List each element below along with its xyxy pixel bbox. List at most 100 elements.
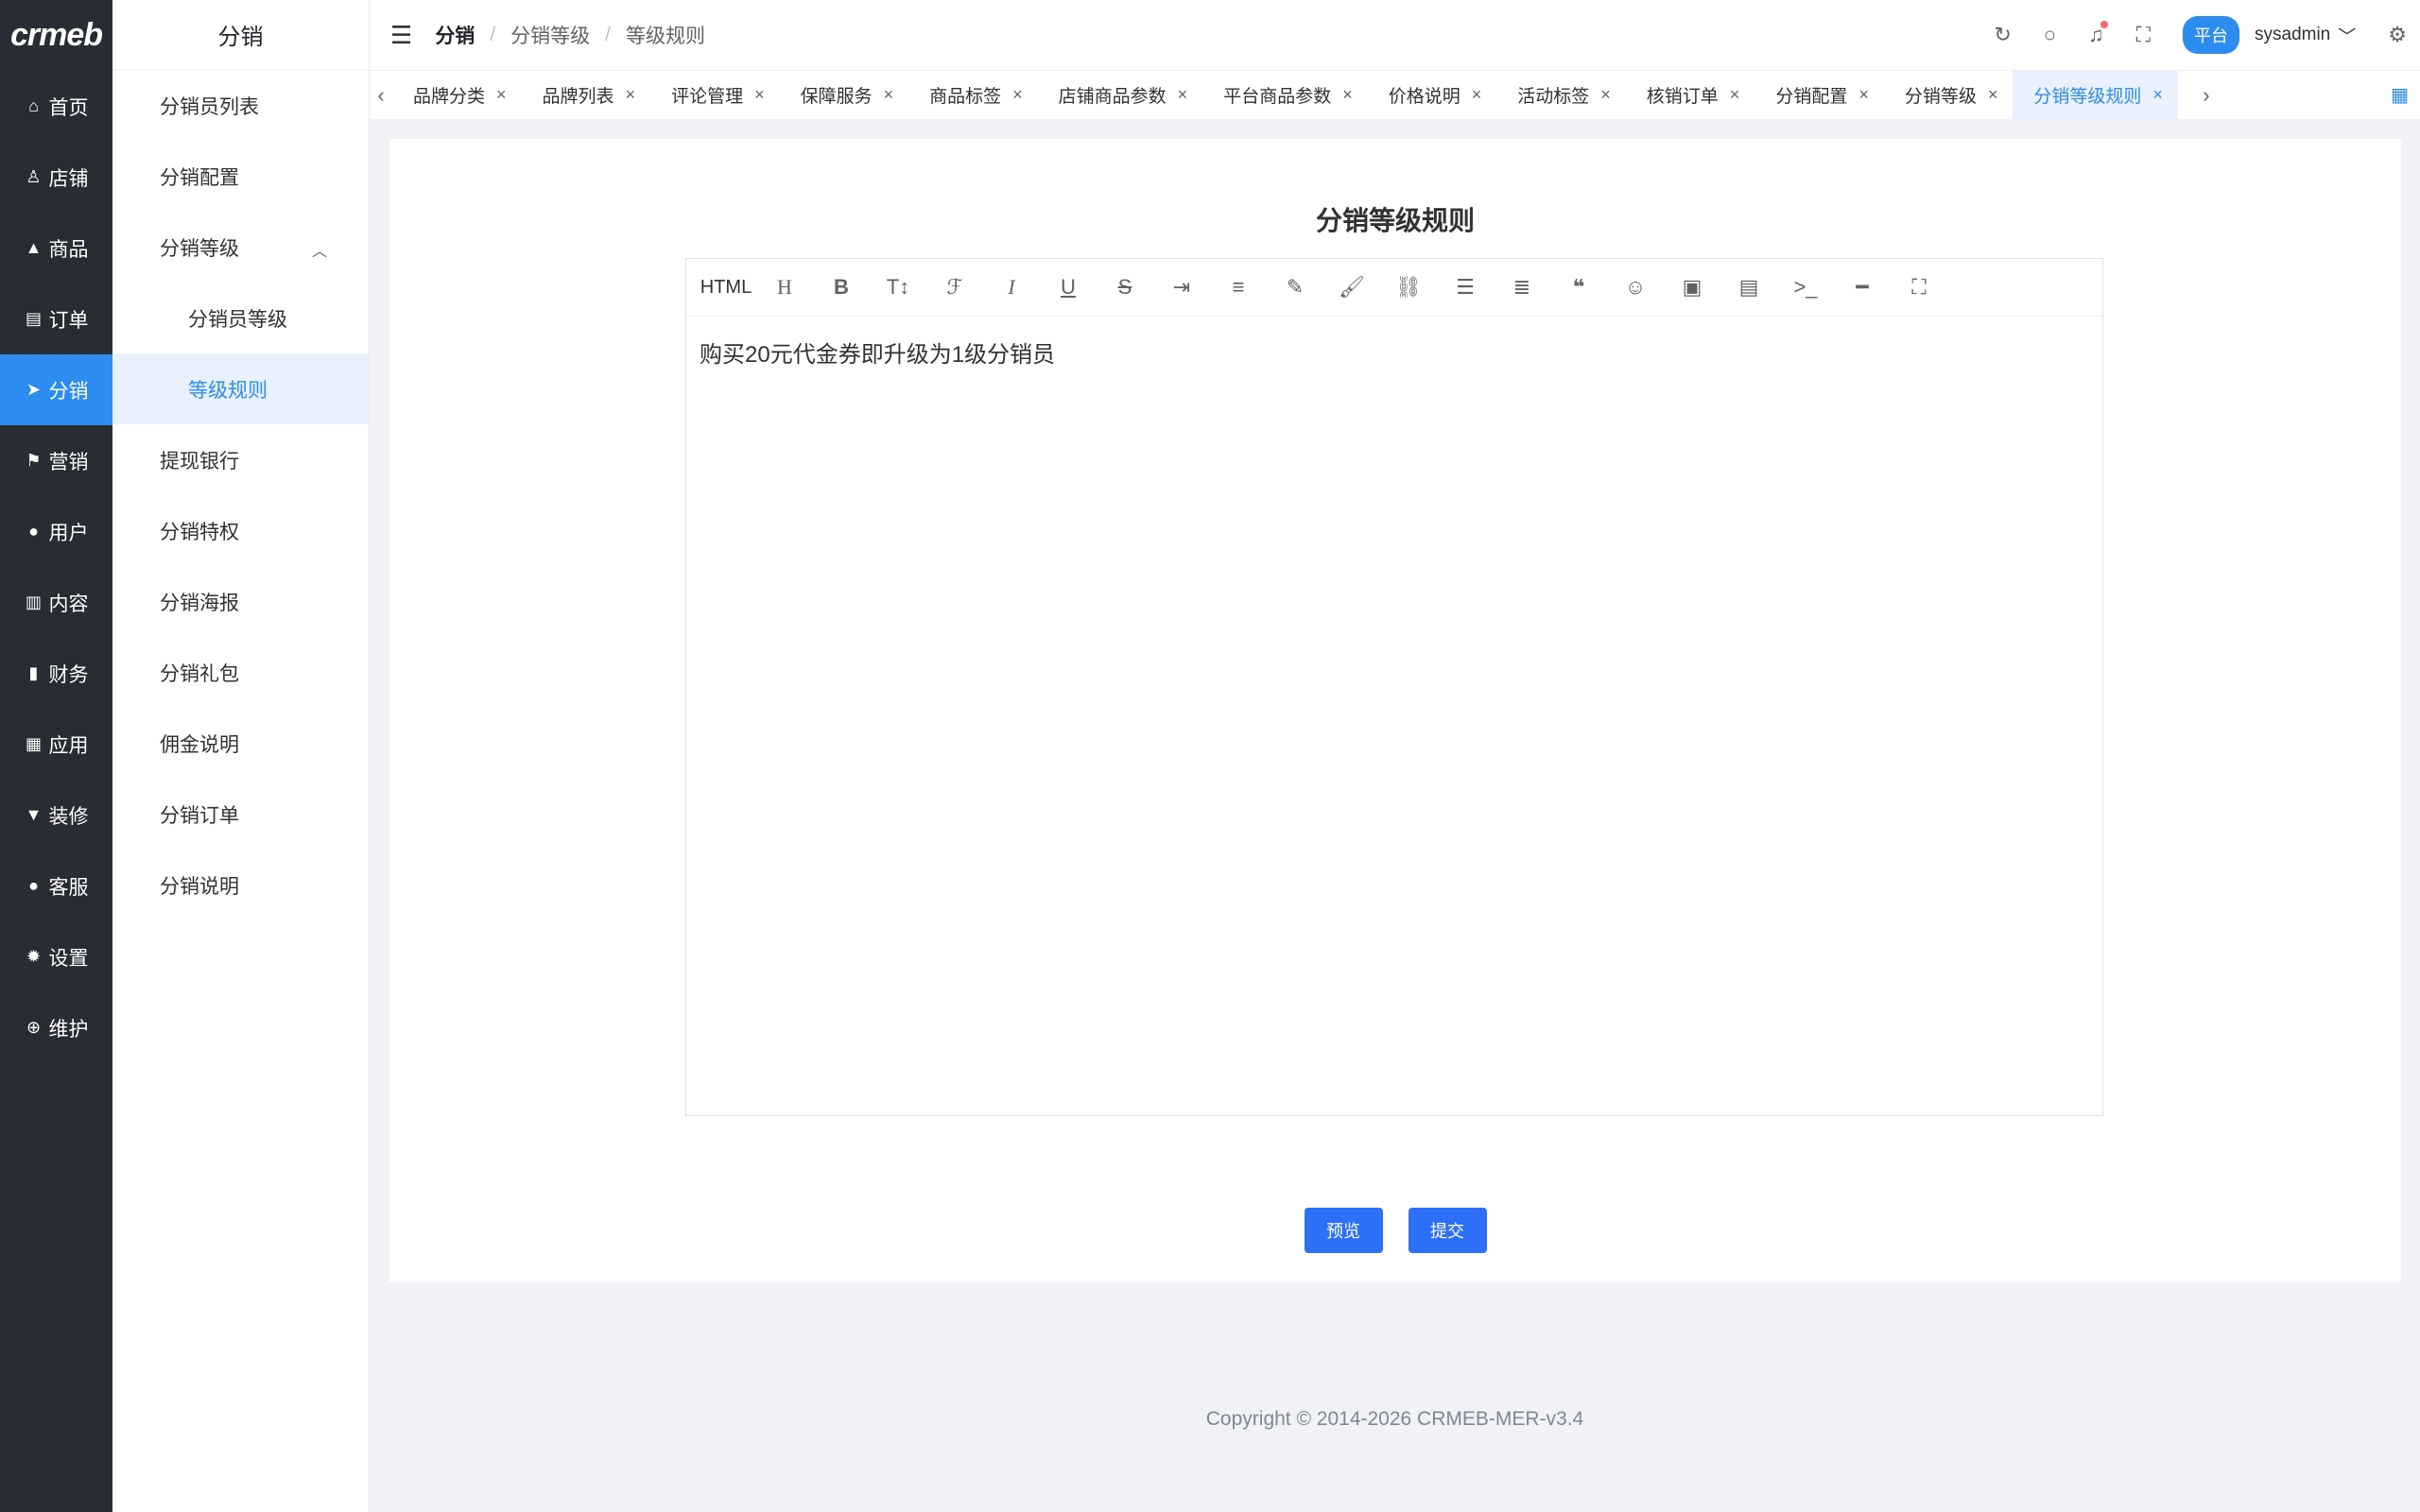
video-icon[interactable]: ▤ [1720, 275, 1777, 300]
notification-dot [2100, 21, 2108, 28]
close-icon[interactable]: × [496, 85, 507, 105]
subnav-item-distribution-config[interactable]: 分销配置 [112, 141, 369, 212]
chevron-left-icon[interactable]: ‹ [370, 83, 392, 108]
tab-price-info[interactable]: 价格说明 × [1368, 71, 1497, 120]
underline-icon[interactable]: U [1040, 275, 1097, 300]
nav-item-user[interactable]: ● 用户 [0, 496, 112, 567]
tab-distribution-level-rules[interactable]: 分销等级规则 × [2013, 70, 2178, 120]
role-badge[interactable]: 平台 [2183, 16, 2239, 54]
book-icon: ▥ [25, 593, 42, 611]
tab-distribution-level[interactable]: 分销等级 × [1884, 71, 2014, 120]
nav-label: 分销 [48, 380, 89, 403]
tab-label: 保障服务 [800, 87, 873, 107]
tab-platform-product-params[interactable]: 平台商品参数 × [1202, 71, 1368, 120]
editor-toolbar: HTML H B T↕ ℱ I U S ⇥ ≡ ✎ 🖌 ⛓ ☰ ≣ ❝ ☺ ▣ … [686, 259, 2102, 317]
link-icon[interactable]: ⛓ [1380, 275, 1437, 300]
tab-reviews[interactable]: 评论管理 × [650, 71, 780, 120]
align-icon[interactable]: ≣ [1494, 275, 1550, 300]
subnav-item-distributor-level[interactable]: 分销员等级 [112, 283, 369, 353]
nav-item-settings[interactable]: ✹ 设置 [0, 921, 112, 992]
subnav-item-poster[interactable]: 分销海报 [112, 566, 369, 637]
tab-brand-category[interactable]: 品牌分类 × [392, 71, 522, 120]
editor-content[interactable]: 购买20元代金券即升级为1级分销员 [686, 317, 2102, 387]
page-tabs: ‹ 品牌分类 × 品牌列表 × 评论管理 × 保障服务 × 商品标签 × 店铺商品参数 × … [370, 70, 2420, 120]
close-icon[interactable]: × [1858, 85, 1869, 105]
nav-item-distribution[interactable]: ➤ 分销 [0, 354, 112, 425]
heading-icon[interactable]: H [756, 275, 813, 300]
subnav-item-privileges[interactable]: 分销特权 [112, 495, 369, 566]
background-color-icon[interactable]: 🖌 [1323, 275, 1380, 300]
code-icon[interactable]: >_ [1777, 275, 1834, 300]
nav-item-maintenance[interactable]: ⊕ 维护 [0, 992, 112, 1063]
nav-item-apps[interactable]: ▦ 应用 [0, 709, 112, 780]
font-color-icon[interactable]: ✎ [1267, 275, 1323, 300]
fullscreen-icon[interactable]: ⛶ [2136, 23, 2151, 47]
breadcrumb-item[interactable]: 分销等级 [510, 21, 590, 49]
fullscreen-icon[interactable]: ⛶ [1891, 275, 1947, 300]
indent-icon[interactable]: ⇥ [1153, 275, 1210, 300]
tab-label: 分销配置 [1775, 87, 1848, 107]
tab-guarantee[interactable]: 保障服务 × [780, 71, 909, 120]
close-icon[interactable]: × [754, 85, 765, 105]
subnav-item-commission-info[interactable]: 佣金说明 [112, 708, 369, 779]
subnav-item-gift-pack[interactable]: 分销礼包 [112, 637, 369, 708]
subnav-item-withdraw-bank[interactable]: 提现银行 [112, 424, 369, 495]
font-size-icon[interactable]: T↕ [870, 275, 926, 300]
nav-item-content[interactable]: ▥ 内容 [0, 567, 112, 638]
tab-store-product-params[interactable]: 店铺商品参数 × [1038, 71, 1203, 120]
close-icon[interactable]: × [626, 85, 636, 105]
nav-item-decoration[interactable]: ▼ 装修 [0, 780, 112, 850]
subnav-item-distribution-level[interactable]: 分销等级 ︿ [112, 212, 369, 283]
close-icon[interactable]: × [884, 85, 894, 105]
font-family-icon[interactable]: ℱ [926, 275, 983, 300]
nav-item-service[interactable]: ● 客服 [0, 850, 112, 921]
grid-menu-icon[interactable]: ▦ [2391, 83, 2409, 107]
chevron-right-icon[interactable]: › [2195, 83, 2218, 108]
close-icon[interactable]: × [1988, 85, 1998, 105]
menu-fold-icon[interactable]: ☰ [390, 21, 412, 50]
image-icon[interactable]: ▣ [1664, 275, 1720, 300]
nav-item-order[interactable]: ▤ 订单 [0, 284, 112, 354]
close-icon[interactable]: × [1730, 85, 1740, 105]
close-icon[interactable]: × [1600, 85, 1611, 105]
subnav-item-level-rules[interactable]: 等级规则 [112, 353, 369, 424]
tab-activity-tags[interactable]: 活动标签 × [1496, 71, 1626, 120]
nav-item-finance[interactable]: ▮ 财务 [0, 638, 112, 709]
tab-product-tags[interactable]: 商品标签 × [908, 71, 1038, 120]
close-icon[interactable]: × [2152, 85, 2163, 105]
quote-icon[interactable]: ❝ [1550, 275, 1607, 300]
settings-gear-icon[interactable]: ⚙ [2388, 23, 2407, 47]
logo[interactable]: crmeb [0, 0, 112, 71]
bell-icon[interactable]: ♫ [2088, 21, 2108, 47]
submit-button[interactable]: 提交 [1408, 1208, 1487, 1253]
nav-label: 财务 [48, 663, 89, 686]
subnav-item-distributor-list[interactable]: 分销员列表 [112, 70, 369, 141]
bold-icon[interactable]: B [813, 275, 870, 300]
nav-item-home[interactable]: ⌂ 首页 [0, 71, 112, 142]
close-icon[interactable]: × [1012, 85, 1023, 105]
subnav-item-distribution-info[interactable]: 分销说明 [112, 850, 369, 920]
close-icon[interactable]: × [1342, 85, 1353, 105]
divider-icon[interactable]: ━ [1834, 275, 1891, 300]
search-icon[interactable]: ○ [2044, 23, 2056, 47]
line-height-icon[interactable]: ≡ [1210, 275, 1267, 300]
close-icon[interactable]: × [1472, 85, 1482, 105]
html-mode-button[interactable]: HTML [696, 277, 756, 299]
list-icon[interactable]: ☰ [1437, 275, 1494, 300]
tab-brand-list[interactable]: 品牌列表 × [522, 71, 651, 120]
nav-item-product[interactable]: ▲ 商品 [0, 213, 112, 284]
tab-verify-orders[interactable]: 核销订单 × [1626, 71, 1755, 120]
user-menu[interactable]: sysadmin ﹀ [2255, 23, 2356, 48]
tab-label: 品牌列表 [542, 87, 614, 107]
emoji-icon[interactable]: ☺ [1607, 275, 1664, 300]
refresh-icon[interactable]: ↻ [1994, 23, 2011, 47]
nav-item-store[interactable]: ♙ 店铺 [0, 142, 112, 213]
subnav-item-distribution-orders[interactable]: 分销订单 [112, 779, 369, 850]
close-icon[interactable]: × [1178, 85, 1188, 105]
breadcrumb-item[interactable]: 分销 [435, 21, 475, 49]
nav-item-marketing[interactable]: ⚑ 营销 [0, 425, 112, 496]
tab-distribution-config[interactable]: 分销配置 × [1754, 71, 1884, 120]
preview-button[interactable]: 预览 [1304, 1208, 1383, 1253]
italic-icon[interactable]: I [983, 275, 1040, 300]
strikethrough-icon[interactable]: S [1097, 275, 1153, 300]
